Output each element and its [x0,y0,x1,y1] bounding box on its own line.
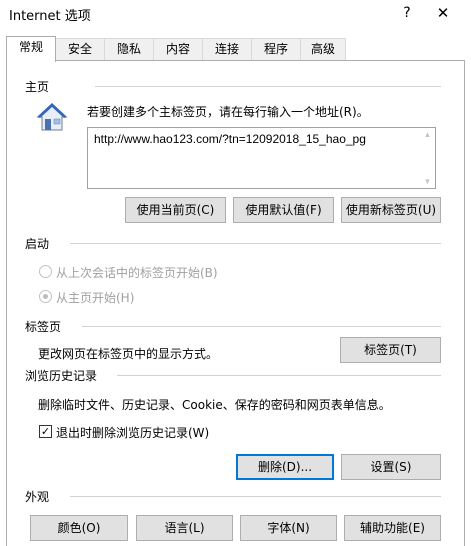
history-separator [117,375,441,376]
radio-home-page-label: 从主页开始(H) [56,291,135,305]
tab-advanced[interactable]: 高级 [300,38,346,60]
scroll-up-icon[interactable]: ▲ [423,130,432,139]
history-section-title: 浏览历史记录 [25,369,98,383]
tab-strip: 常规 安全 隐私 内容 连接 程序 高级 [0,36,471,62]
window-title: Internet 选项 [9,9,91,24]
use-new-tab-button[interactable]: 使用新标签页(U) [341,197,441,223]
history-settings-button[interactable]: 设置(S) [341,454,441,480]
title-bar: Internet 选项 ? ✕ [0,0,471,30]
colors-button[interactable]: 颜色(O) [30,515,128,541]
url-scrollbar[interactable]: ▲ ▼ [421,129,434,187]
history-description: 删除临时文件、历史记录、Cookie、保存的密码和网页表单信息。 [38,398,391,412]
tabs-separator [82,326,441,327]
delete-history-button[interactable]: 删除(D)... [236,454,334,480]
delete-on-exit-checkbox[interactable]: ✓ [39,425,52,438]
radio-last-session-circle[interactable] [39,265,52,278]
languages-button[interactable]: 语言(L) [136,515,233,541]
home-url-textarea[interactable]: http://www.hao123.com/?tn=12092018_15_ha… [87,127,436,189]
appearance-section-title: 外观 [25,490,50,504]
radio-last-session[interactable]: 从上次会话中的标签页开始(B) [39,264,259,280]
tab-general[interactable]: 常规 [6,36,56,62]
accessibility-button[interactable]: 辅助功能(E) [344,515,441,541]
home-page-icon [36,103,68,131]
tabs-description: 更改网页在标签页中的显示方式。 [38,347,219,361]
help-button[interactable]: ? [398,2,416,24]
startup-separator [70,243,441,244]
use-default-button[interactable]: 使用默认值(F) [233,197,334,223]
tab-connections[interactable]: 连接 [202,38,252,60]
fonts-button[interactable]: 字体(N) [240,515,337,541]
tab-programs[interactable]: 程序 [251,38,301,60]
home-section-title: 主页 [25,80,50,94]
appearance-separator [70,496,441,497]
tabs-section-title: 标签页 [25,320,62,334]
tab-privacy[interactable]: 隐私 [104,38,154,60]
tab-content[interactable]: 内容 [153,38,203,60]
tab-security[interactable]: 安全 [55,38,105,60]
delete-on-exit-label: 退出时删除浏览历史记录(W) [56,426,210,440]
radio-home-page-circle[interactable] [39,290,52,303]
tabs-button[interactable]: 标签页(T) [340,337,441,363]
scroll-down-icon[interactable]: ▼ [423,177,432,186]
radio-last-session-label: 从上次会话中的标签页开始(B) [56,266,218,280]
startup-section-title: 启动 [25,237,50,251]
home-separator [95,86,441,87]
home-instruction: 若要创建多个主标签页，请在每行输入一个地址(R)。 [87,105,369,119]
use-current-button[interactable]: 使用当前页(C) [125,197,226,223]
home-url-value: http://www.hao123.com/?tn=12092018_15_ha… [94,132,366,146]
radio-home-page[interactable]: 从主页开始(H) [39,289,179,305]
close-button[interactable]: ✕ [432,2,454,24]
